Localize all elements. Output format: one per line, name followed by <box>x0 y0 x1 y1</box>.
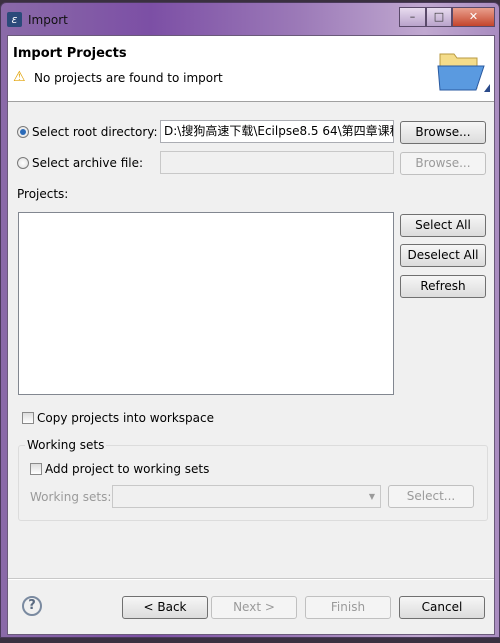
next-button[interactable]: Next > <box>211 596 297 619</box>
cancel-button[interactable]: Cancel <box>399 596 485 619</box>
chevron-down-icon: ▼ <box>368 492 375 501</box>
working-sets-label: Working sets: <box>30 490 112 504</box>
working-sets-group <box>18 445 488 521</box>
archive-file-input[interactable] <box>160 151 394 174</box>
minimize-button[interactable]: – <box>399 7 426 27</box>
select-all-button[interactable]: Select All <box>400 214 486 237</box>
maximize-button[interactable]: □ <box>426 7 452 27</box>
browse-root-button[interactable]: Browse... <box>400 121 486 144</box>
warning-icon: ⚠ <box>13 69 26 85</box>
close-button[interactable]: ✕ <box>452 7 495 27</box>
wizard-header: Import Projects ⚠ No projects are found … <box>8 36 494 102</box>
back-button[interactable]: < Back <box>122 596 208 619</box>
page-title: Import Projects <box>13 46 127 61</box>
working-sets-group-label: Working sets <box>25 438 107 452</box>
projects-list[interactable] <box>18 212 394 395</box>
archive-file-radio[interactable] <box>17 157 29 169</box>
dialog-window: ɛ Import – □ ✕ Import Projects ⚠ No proj… <box>0 2 500 638</box>
root-directory-label: Select root directory: <box>32 125 158 139</box>
help-icon[interactable]: ? <box>22 596 42 616</box>
window-title: Import <box>28 13 68 27</box>
copy-projects-label: Copy projects into workspace <box>37 411 215 425</box>
copy-projects-checkbox[interactable] <box>22 412 34 424</box>
finish-button[interactable]: Finish <box>305 596 391 619</box>
archive-file-label: Select archive file: <box>32 156 144 170</box>
root-directory-input[interactable]: D:\搜狗高速下载\Ecilpse8.5 64\第四章课程\ <box>160 120 394 143</box>
select-working-sets-button[interactable]: Select... <box>388 485 474 508</box>
refresh-button[interactable]: Refresh <box>400 275 486 298</box>
browse-archive-button[interactable]: Browse... <box>400 152 486 175</box>
working-sets-combo[interactable]: ▼ <box>112 485 381 508</box>
footer-separator <box>8 578 494 580</box>
status-message: No projects are found to import <box>34 71 223 85</box>
add-to-working-sets-label: Add project to working sets <box>45 462 210 476</box>
dialog-client: Import Projects ⚠ No projects are found … <box>7 35 495 635</box>
eclipse-icon: ɛ <box>7 12 22 27</box>
projects-label: Projects: <box>17 187 69 201</box>
folder-open-icon <box>434 48 490 96</box>
add-to-working-sets-checkbox[interactable] <box>30 463 42 475</box>
root-directory-radio[interactable] <box>17 126 29 138</box>
deselect-all-button[interactable]: Deselect All <box>400 244 486 267</box>
